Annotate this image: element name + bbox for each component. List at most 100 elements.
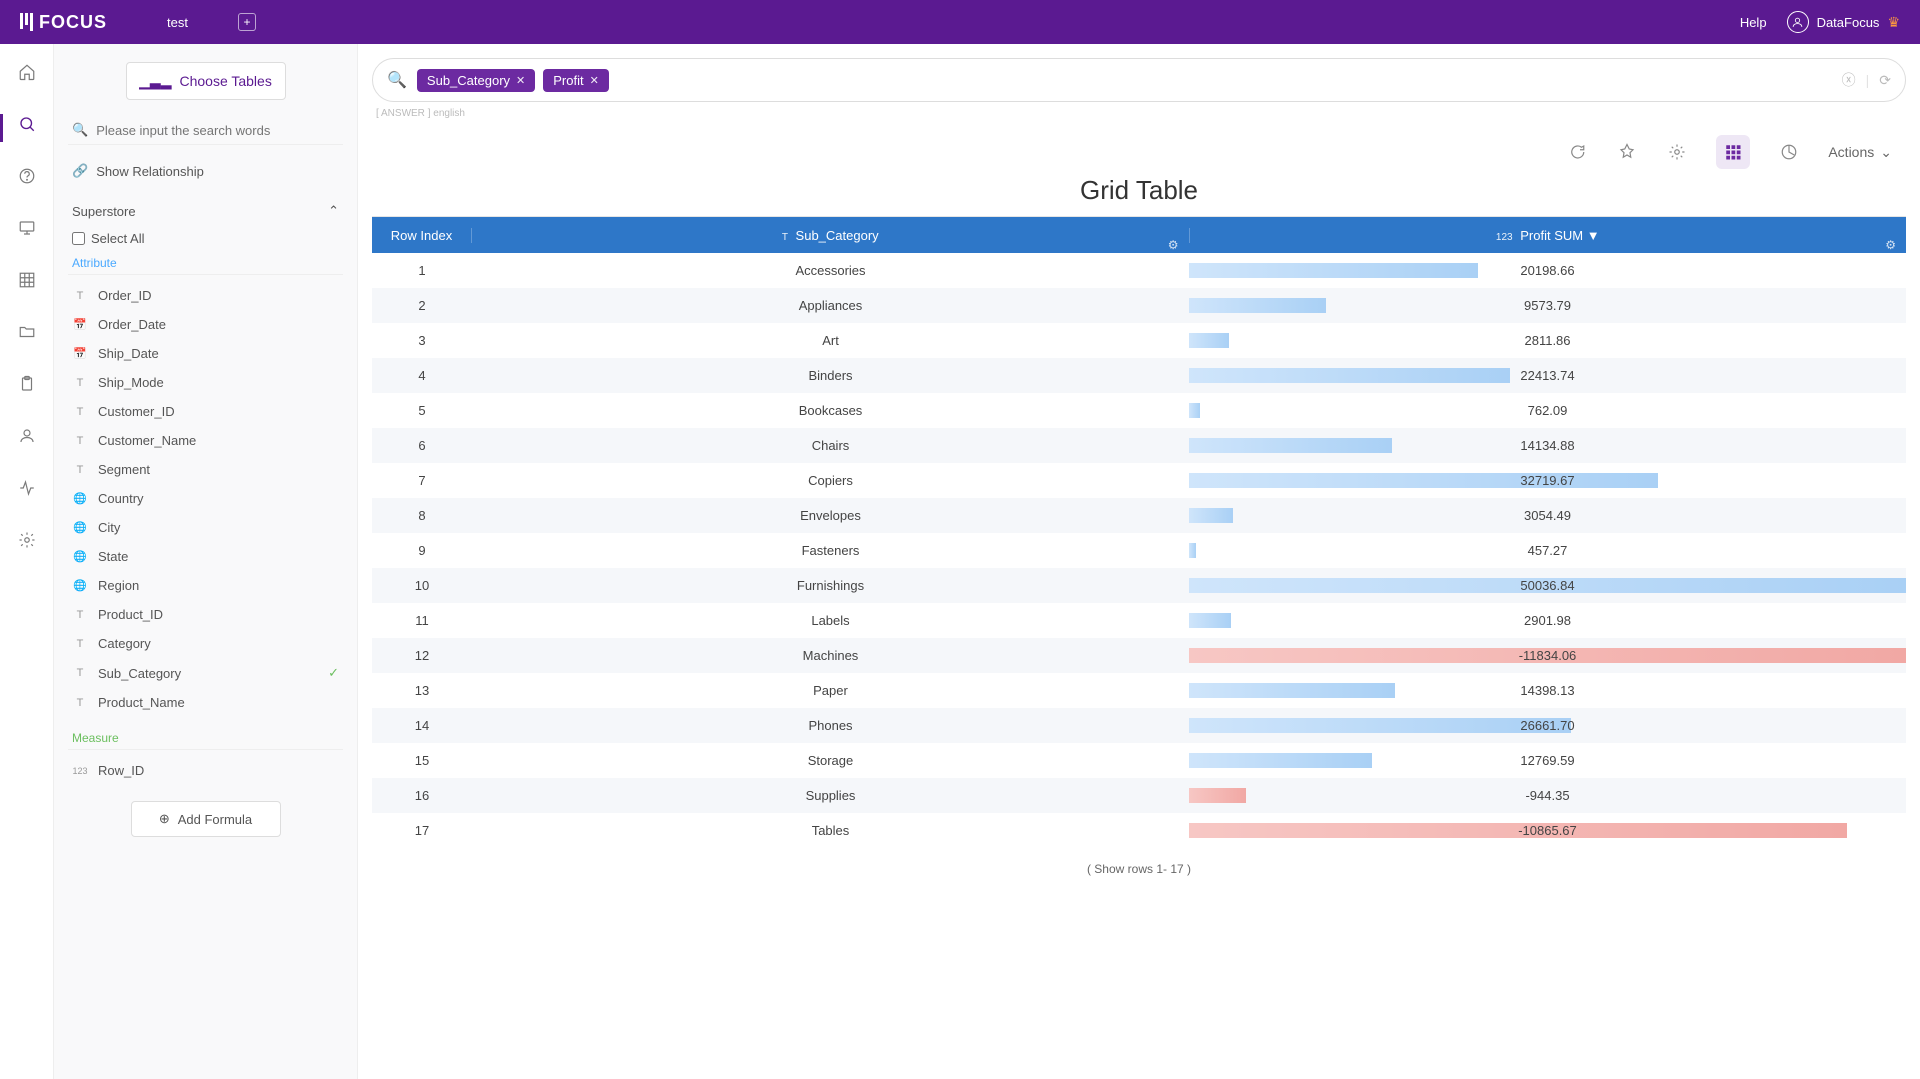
actions-menu[interactable]: Actions ⌄: [1828, 144, 1892, 161]
field-order_id[interactable]: TOrder_ID: [68, 281, 343, 310]
field-region[interactable]: 🌐Region: [68, 571, 343, 600]
profit-value: 50036.84: [1520, 578, 1574, 593]
chart-type-icon[interactable]: [1778, 141, 1800, 163]
home-icon[interactable]: [17, 62, 37, 82]
field-label: Category: [98, 636, 151, 651]
field-search[interactable]: 🔍: [68, 116, 343, 145]
field-row_id[interactable]: 123Row_ID: [68, 756, 343, 785]
select-all-input[interactable]: [72, 232, 85, 245]
cell-subcategory: Binders: [472, 368, 1189, 383]
query-pill[interactable]: Sub_Category✕: [417, 69, 535, 92]
field-label: Region: [98, 578, 139, 593]
col-rowindex[interactable]: Row Index: [372, 228, 472, 243]
profit-bar: [1189, 298, 1326, 313]
field-state[interactable]: 🌐State: [68, 542, 343, 571]
user-menu[interactable]: DataFocus ♛: [1787, 11, 1900, 33]
table-row[interactable]: 2Appliances9573.79: [372, 288, 1906, 323]
column-gear-icon[interactable]: ⚙: [1168, 238, 1179, 252]
cell-subcategory: Appliances: [472, 298, 1189, 313]
field-city[interactable]: 🌐City: [68, 513, 343, 542]
settings-icon[interactable]: [1666, 141, 1688, 163]
pin-icon[interactable]: [1616, 141, 1638, 163]
col-subcategory[interactable]: T Sub_Category ⚙: [472, 228, 1190, 243]
workspace-tab[interactable]: test: [167, 15, 188, 30]
select-all-label: Select All: [91, 231, 144, 246]
folder-icon[interactable]: [17, 322, 37, 342]
field-order_date[interactable]: 📅Order_Date: [68, 310, 343, 339]
cell-subcategory: Chairs: [472, 438, 1189, 453]
table-row[interactable]: 13Paper14398.13: [372, 673, 1906, 708]
cell-subcategory: Supplies: [472, 788, 1189, 803]
table-row[interactable]: 14Phones26661.70: [372, 708, 1906, 743]
profit-value: 26661.70: [1520, 718, 1574, 733]
column-gear-icon[interactable]: ⚙: [1885, 238, 1896, 252]
datasource-header[interactable]: Superstore ⌃: [68, 197, 343, 225]
profit-bar: [1189, 718, 1571, 733]
pill-remove-icon[interactable]: ✕: [516, 74, 525, 87]
cell-rowindex: 15: [372, 753, 472, 768]
pill-remove-icon[interactable]: ✕: [590, 74, 599, 87]
field-search-input[interactable]: [96, 123, 339, 138]
add-tab-button[interactable]: +: [238, 13, 256, 31]
table-row[interactable]: 8Envelopes3054.49: [372, 498, 1906, 533]
field-ship_date[interactable]: 📅Ship_Date: [68, 339, 343, 368]
field-type-icon: T: [72, 290, 88, 302]
choose-tables-label: Choose Tables: [179, 73, 271, 89]
cell-rowindex: 9: [372, 543, 472, 558]
add-formula-button[interactable]: ⊕ Add Formula: [131, 801, 281, 837]
help-link[interactable]: Help: [1740, 15, 1767, 30]
presentation-icon[interactable]: [17, 218, 37, 238]
field-segment[interactable]: TSegment: [68, 455, 343, 484]
profit-value: 14134.88: [1520, 438, 1574, 453]
field-customer_name[interactable]: TCustomer_Name: [68, 426, 343, 455]
table-row[interactable]: 16Supplies-944.35: [372, 778, 1906, 813]
field-country[interactable]: 🌐Country: [68, 484, 343, 513]
person-icon[interactable]: [17, 426, 37, 446]
grid-icon[interactable]: [17, 270, 37, 290]
show-relationship-link[interactable]: 🔗 Show Relationship: [72, 163, 339, 179]
table-row[interactable]: 4Binders22413.74: [372, 358, 1906, 393]
table-row[interactable]: 3Art2811.86: [372, 323, 1906, 358]
col-profit[interactable]: 123 Profit SUM ▼ ⚙: [1190, 228, 1907, 243]
field-ship_mode[interactable]: TShip_Mode: [68, 368, 343, 397]
cell-profit: -10865.67: [1189, 823, 1906, 838]
table-row[interactable]: 10Furnishings50036.84: [372, 568, 1906, 603]
profit-bar: [1189, 613, 1231, 628]
table-row[interactable]: 9Fasteners457.27: [372, 533, 1906, 568]
data-grid: Row Index T Sub_Category ⚙ 123 Profit SU…: [372, 216, 1906, 848]
field-product_name[interactable]: TProduct_Name: [68, 688, 343, 717]
table-row[interactable]: 6Chairs14134.88: [372, 428, 1906, 463]
number-type-icon: 123: [1496, 232, 1513, 243]
query-pill[interactable]: Profit✕: [543, 69, 609, 92]
select-all-checkbox[interactable]: Select All: [68, 225, 343, 252]
search-icon[interactable]: [17, 114, 37, 134]
table-row[interactable]: 1Accessories20198.66: [372, 253, 1906, 288]
field-label: Order_Date: [98, 317, 166, 332]
query-bar[interactable]: 🔍 Sub_Category✕Profit✕ ⓧ | ⟳: [372, 58, 1906, 102]
field-type-icon: T: [72, 697, 88, 709]
field-customer_id[interactable]: TCustomer_ID: [68, 397, 343, 426]
field-label: Row_ID: [98, 763, 144, 778]
field-sub_category[interactable]: TSub_Category✓: [68, 658, 343, 688]
attribute-section-label: Attribute: [68, 252, 343, 275]
clipboard-icon[interactable]: [17, 374, 37, 394]
field-product_id[interactable]: TProduct_ID: [68, 600, 343, 629]
grid-view-icon[interactable]: [1716, 135, 1750, 169]
field-category[interactable]: TCategory: [68, 629, 343, 658]
gear-icon[interactable]: [17, 530, 37, 550]
refresh-icon[interactable]: ⟳: [1879, 72, 1891, 89]
activity-icon[interactable]: [17, 478, 37, 498]
profit-bar: [1189, 683, 1395, 698]
table-row[interactable]: 11Labels2901.98: [372, 603, 1906, 638]
clear-icon[interactable]: ⓧ: [1842, 70, 1856, 90]
table-row[interactable]: 12Machines-11834.06: [372, 638, 1906, 673]
help-icon[interactable]: [17, 166, 37, 186]
field-label: Customer_ID: [98, 404, 175, 419]
table-row[interactable]: 5Bookcases762.09: [372, 393, 1906, 428]
chat-icon[interactable]: [1566, 141, 1588, 163]
table-row[interactable]: 7Copiers32719.67: [372, 463, 1906, 498]
profit-value: 2901.98: [1524, 613, 1571, 628]
table-row[interactable]: 15Storage12769.59: [372, 743, 1906, 778]
choose-tables-button[interactable]: ▁▃▂ Choose Tables: [126, 62, 286, 100]
table-row[interactable]: 17Tables-10865.67: [372, 813, 1906, 848]
